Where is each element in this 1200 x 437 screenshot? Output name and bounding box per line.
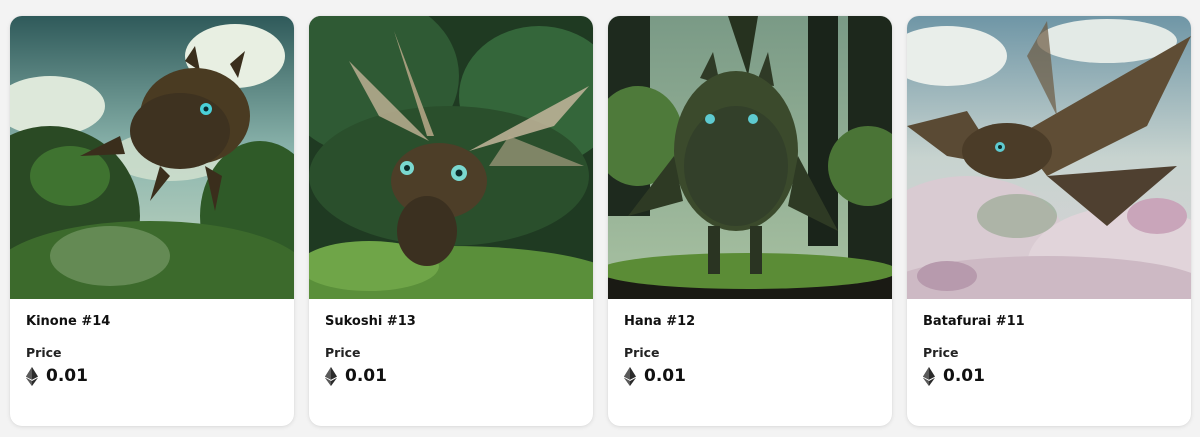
nft-card[interactable]: Sukoshi #13 Price 0.01 [309,16,593,426]
price-value: 0.01 [345,366,387,386]
nft-artwork-image[interactable] [10,16,294,299]
nft-card[interactable]: Kinone #14 Price 0.01 [10,16,294,426]
price-label: Price [325,345,361,360]
nft-artwork-image[interactable] [309,16,593,299]
price-label: Price [923,345,959,360]
price-value: 0.01 [943,366,985,386]
ethereum-icon [26,366,38,386]
ethereum-icon [325,366,337,386]
nft-artwork-image[interactable] [907,16,1191,299]
price-row: 0.01 [26,365,278,387]
price-value: 0.01 [644,366,686,386]
nft-title[interactable]: Hana #12 [624,313,876,331]
price-row: 0.01 [923,365,1175,387]
price-label: Price [624,345,660,360]
nft-card[interactable]: Hana #12 Price 0.01 [608,16,892,426]
nft-title[interactable]: Kinone #14 [26,313,278,331]
price-row: 0.01 [325,365,577,387]
nft-card-grid: Kinone #14 Price 0.01 Sukoshi #13 Price … [0,0,1200,437]
ethereum-icon [624,366,636,386]
nft-card[interactable]: Batafurai #11 Price 0.01 [907,16,1191,426]
price-row: 0.01 [624,365,876,387]
nft-title[interactable]: Batafurai #11 [923,313,1175,331]
price-value: 0.01 [46,366,88,386]
ethereum-icon [923,366,935,386]
nft-title[interactable]: Sukoshi #13 [325,313,577,331]
nft-artwork-image[interactable] [608,16,892,299]
price-label: Price [26,345,62,360]
